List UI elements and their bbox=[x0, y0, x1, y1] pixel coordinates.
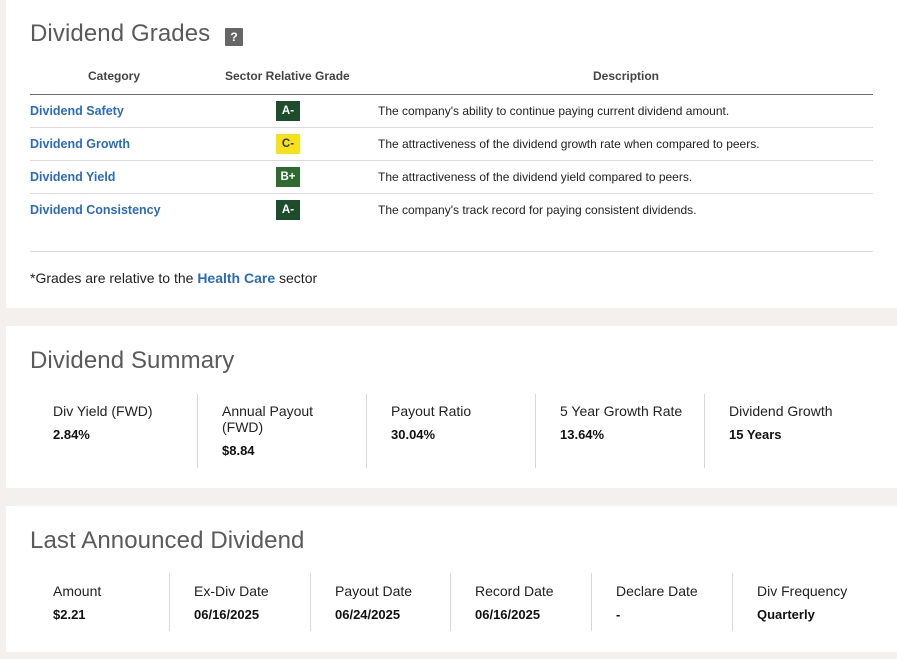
dividend-summary-card: Dividend Summary Div Yield (FWD) 2.84% A… bbox=[6, 326, 897, 488]
divider bbox=[732, 573, 733, 631]
stat-label: Ex-Div Date bbox=[194, 583, 269, 599]
grade-description: The attractiveness of the dividend growt… bbox=[378, 137, 760, 151]
stat-label: Dividend Growth bbox=[729, 403, 833, 419]
grade-badge: A- bbox=[276, 101, 300, 121]
stat-value: Quarterly bbox=[757, 607, 815, 622]
divider bbox=[310, 573, 311, 631]
stat-label: Record Date bbox=[475, 583, 554, 599]
stat-value: 06/16/2025 bbox=[475, 607, 541, 622]
stat-payout-date: Payout Date 06/24/2025 bbox=[335, 583, 445, 622]
stat-label: Declare Date bbox=[616, 583, 698, 599]
category-link[interactable]: Dividend Growth bbox=[30, 137, 130, 151]
stat-value: $2.21 bbox=[53, 607, 86, 622]
dividend-grades-title: Dividend Grades bbox=[30, 20, 211, 47]
table-row: Dividend Safety A- The company's ability… bbox=[30, 95, 873, 128]
stat-value: $8.84 bbox=[222, 443, 255, 458]
stat-value: 06/16/2025 bbox=[194, 607, 260, 622]
divider bbox=[450, 573, 451, 631]
stat-annual-payout: Annual Payout (FWD) $8.84 bbox=[222, 403, 342, 458]
dividend-grades-card: Dividend Grades ? Category Sector Relati… bbox=[6, 0, 897, 308]
grades-table-header: Category Sector Relative Grade Descripti… bbox=[30, 68, 873, 95]
stat-value: - bbox=[616, 607, 621, 622]
stat-dividend-growth: Dividend Growth 15 Years bbox=[729, 403, 897, 442]
column-header-category: Category bbox=[88, 69, 141, 83]
last-announced-dividend-title: Last Announced Dividend bbox=[30, 527, 305, 554]
stat-label: Annual Payout (FWD) bbox=[222, 403, 314, 435]
divider bbox=[704, 394, 705, 468]
footnote-prefix: *Grades are relative to the bbox=[30, 270, 198, 286]
divider bbox=[30, 251, 873, 252]
category-link[interactable]: Dividend Safety bbox=[30, 104, 124, 118]
stat-label: Payout Date bbox=[335, 583, 413, 599]
grade-badge: C- bbox=[276, 134, 300, 154]
table-row: Dividend Yield B+ The attractiveness of … bbox=[30, 161, 873, 194]
stat-label: Div Frequency bbox=[757, 583, 848, 599]
help-icon[interactable]: ? bbox=[225, 28, 243, 46]
stat-ex-div-date: Ex-Div Date 06/16/2025 bbox=[194, 583, 304, 622]
grade-badge: A- bbox=[276, 200, 300, 220]
dividend-summary-title: Dividend Summary bbox=[30, 347, 235, 374]
divider bbox=[169, 573, 170, 631]
stat-value: 06/24/2025 bbox=[335, 607, 401, 622]
category-link[interactable]: Dividend Yield bbox=[30, 170, 115, 184]
footnote-suffix: sector bbox=[275, 270, 318, 286]
stat-declare-date: Declare Date - bbox=[616, 583, 726, 622]
grade-description: The company's ability to continue paying… bbox=[378, 104, 730, 118]
stat-value: 15 Years bbox=[729, 427, 782, 442]
category-link[interactable]: Dividend Consistency bbox=[30, 203, 161, 217]
stat-label: Amount bbox=[53, 583, 102, 599]
grade-description: The attractiveness of the dividend yield… bbox=[378, 170, 693, 184]
table-row: Dividend Growth C- The attractiveness of… bbox=[30, 128, 873, 161]
column-header-grade: Sector Relative Grade bbox=[225, 69, 350, 83]
column-header-description: Description bbox=[593, 69, 660, 83]
table-row: Dividend Consistency A- The company's tr… bbox=[30, 194, 873, 227]
stat-amount: Amount $2.21 bbox=[53, 583, 163, 622]
sector-link[interactable]: Health Care bbox=[197, 270, 275, 286]
stat-record-date: Record Date 06/16/2025 bbox=[475, 583, 585, 622]
grades-footnote: *Grades are relative to the Health Care … bbox=[30, 270, 317, 286]
divider bbox=[535, 394, 536, 468]
divider bbox=[366, 394, 367, 468]
grade-description: The company's track record for paying co… bbox=[378, 203, 697, 217]
divider bbox=[591, 573, 592, 631]
divider bbox=[197, 394, 198, 468]
grade-badge: B+ bbox=[276, 167, 300, 187]
stat-div-frequency: Div Frequency Quarterly bbox=[757, 583, 877, 622]
last-announced-dividend-card: Last Announced Dividend Amount $2.21 Ex-… bbox=[6, 506, 897, 652]
